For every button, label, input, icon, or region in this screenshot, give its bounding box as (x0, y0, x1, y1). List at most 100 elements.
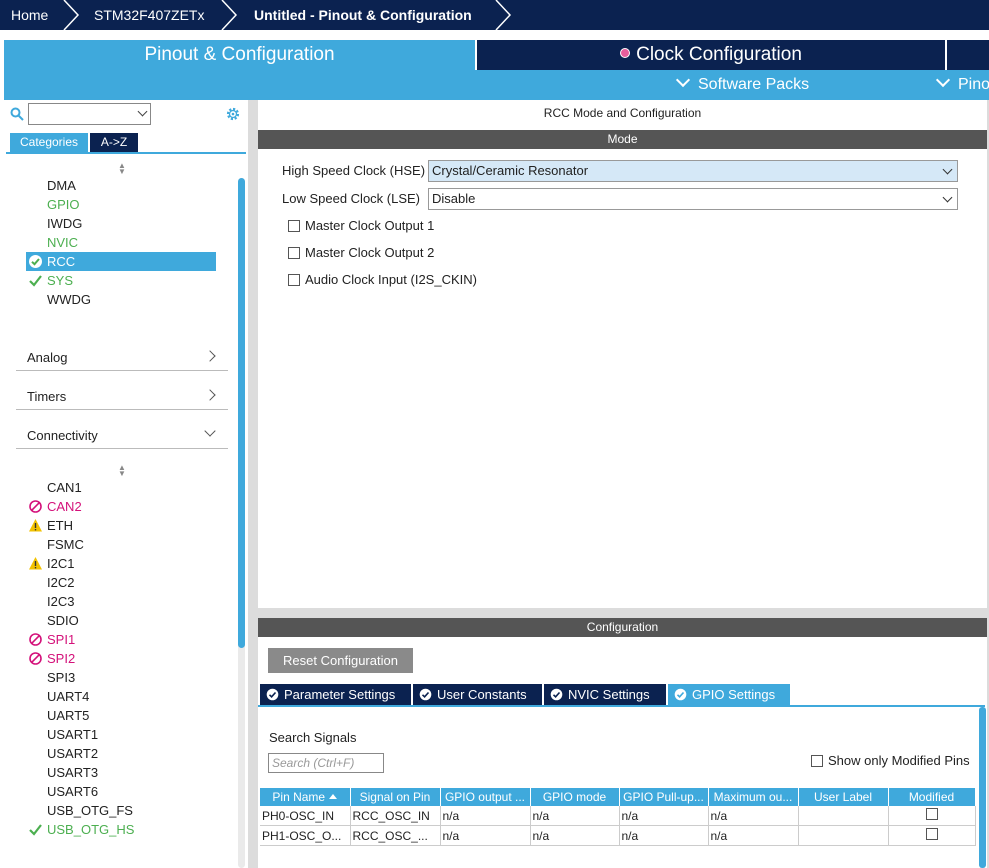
breadcrumb-current[interactable]: Untitled - Pinout & Configuration (254, 0, 472, 30)
tab-label: Parameter Settings (284, 687, 396, 702)
list-item[interactable]: I2C2 (26, 573, 216, 592)
gear-icon[interactable] (225, 106, 241, 122)
list-item[interactable]: USART1 (26, 725, 216, 744)
column-header[interactable]: Pin Name (260, 788, 351, 806)
list-item[interactable]: SDIO (26, 611, 216, 630)
chevron-right-icon (495, 0, 512, 30)
list-item[interactable]: USB_OTG_FS (26, 801, 216, 820)
list-item-label: DMA (47, 178, 76, 193)
column-header[interactable]: User Label (798, 788, 889, 806)
list-item[interactable]: ETH (26, 516, 216, 535)
table-cell: n/a (440, 825, 531, 846)
table-cell: RCC_OSC_... (350, 825, 441, 846)
chevron-down-icon (942, 192, 953, 203)
column-header[interactable]: GPIO mode (530, 788, 620, 806)
tab-label: NVIC Settings (568, 687, 650, 702)
chevron-right-icon (204, 350, 216, 362)
breadcrumb-home[interactable]: Home (11, 0, 48, 30)
list-item-label: USART2 (47, 746, 99, 761)
section-connectivity[interactable]: Connectivity (16, 422, 228, 449)
sub-menu-bar: Software Packs Pino (4, 70, 989, 100)
table-row[interactable]: PH0-OSC_IN RCC_OSC_IN n/a n/a n/a n/a (260, 806, 976, 826)
column-header[interactable]: Modified (888, 788, 976, 806)
list-item[interactable]: GPIO (26, 195, 216, 214)
list-item[interactable]: NVIC (26, 233, 216, 252)
breadcrumb-device[interactable]: STM32F407ZETx (94, 0, 204, 30)
list-item[interactable]: SYS (26, 271, 216, 290)
sort-arrows-icon[interactable]: ▲ ▼ (117, 464, 127, 478)
list-item-label: UART4 (47, 689, 90, 704)
list-item[interactable]: I2C1 (26, 554, 216, 573)
show-modified-checkbox[interactable] (811, 755, 823, 767)
breadcrumb: Home STM32F407ZETx Untitled - Pinout & C… (0, 0, 989, 30)
left-scrollbar-thumb[interactable] (238, 178, 245, 648)
tab-user-constants[interactable]: User Constants (413, 684, 542, 705)
mco1-checkbox[interactable] (288, 220, 300, 232)
section-timers[interactable]: Timers (16, 383, 228, 410)
right-scrollbar[interactable] (979, 707, 986, 868)
check-circle-icon (674, 688, 687, 701)
list-item[interactable]: WWDG (26, 290, 216, 309)
pinout-menu-label: Pino (958, 76, 989, 93)
table-cell: PH1-OSC_O... (260, 825, 351, 846)
tab-underline (6, 152, 246, 154)
list-item[interactable]: CAN2 (26, 497, 216, 516)
chevron-right-icon (204, 389, 216, 401)
modified-checkbox[interactable] (925, 808, 938, 820)
search-signals-input[interactable]: Search (Ctrl+F) (268, 753, 384, 773)
lse-value: Disable (432, 191, 476, 206)
audio-clock-checkbox[interactable] (288, 274, 300, 286)
list-item[interactable]: USB_OTG_HS (26, 820, 216, 839)
panel-title: RCC Mode and Configuration (543, 106, 702, 120)
list-item[interactable]: IWDG (26, 214, 216, 233)
column-header[interactable]: GPIO Pull-up... (619, 788, 709, 806)
disabled-icon (29, 633, 42, 646)
tab-nvic-settings[interactable]: NVIC Settings (544, 684, 666, 705)
panel-splitter[interactable] (248, 100, 256, 868)
list-item[interactable]: SPI2 (26, 649, 216, 668)
list-item[interactable]: FSMC (26, 535, 216, 554)
tab-extra[interactable] (947, 40, 989, 70)
modified-cell (888, 825, 976, 846)
tab-categories[interactable]: Categories (10, 133, 88, 152)
list-item[interactable]: I2C3 (26, 592, 216, 611)
list-item[interactable]: SPI3 (26, 668, 216, 687)
list-item[interactable]: UART5 (26, 706, 216, 725)
tab-pinout-configuration[interactable]: Pinout & Configuration (4, 40, 475, 70)
tab-gpio-settings[interactable]: GPIO Settings (668, 684, 790, 705)
list-item-label: NVIC (47, 235, 79, 250)
software-packs-menu[interactable]: Software Packs (675, 70, 809, 100)
sort-arrows-icon[interactable]: ▲ ▼ (117, 162, 127, 176)
list-item[interactable]: UART4 (26, 687, 216, 706)
list-item[interactable]: USART3 (26, 763, 216, 782)
column-header[interactable]: Signal on Pin (350, 788, 441, 806)
table-row[interactable]: PH1-OSC_O... RCC_OSC_... n/a n/a n/a n/a (260, 825, 976, 846)
list-item-selected[interactable]: RCC (26, 252, 216, 271)
section-analog[interactable]: Analog (16, 344, 228, 371)
list-item[interactable]: CAN1 (26, 478, 216, 497)
mco2-checkbox[interactable] (288, 247, 300, 259)
warning-icon (29, 557, 42, 570)
list-item-label: FSMC (47, 537, 84, 552)
column-header[interactable]: Maximum ou... (708, 788, 799, 806)
table-cell[interactable] (798, 806, 889, 826)
hse-label: High Speed Clock (HSE) (282, 163, 426, 178)
list-item[interactable]: DMA (26, 176, 216, 195)
list-item[interactable]: USART6 (26, 782, 216, 801)
modified-checkbox[interactable] (925, 828, 938, 840)
hse-select[interactable]: Crystal/Ceramic Resonator (428, 160, 958, 182)
list-item[interactable]: SPI1 (26, 630, 216, 649)
tab-parameter-settings[interactable]: Parameter Settings (260, 684, 411, 705)
tab-a-z[interactable]: A->Z (90, 133, 138, 152)
list-item[interactable]: USART2 (26, 744, 216, 763)
search-combo[interactable] (28, 103, 151, 125)
reset-configuration-button[interactable]: Reset Configuration (268, 648, 413, 673)
list-item-label: SPI2 (47, 651, 76, 666)
search-icon[interactable] (10, 107, 24, 121)
tab-clock-configuration[interactable]: Clock Configuration (477, 40, 945, 70)
table-cell[interactable] (798, 825, 889, 846)
pinout-menu[interactable]: Pino (935, 70, 989, 100)
column-header[interactable]: GPIO output ... (440, 788, 531, 806)
show-modified-label: Show only Modified Pins (828, 753, 970, 768)
lse-select[interactable]: Disable (428, 188, 958, 210)
